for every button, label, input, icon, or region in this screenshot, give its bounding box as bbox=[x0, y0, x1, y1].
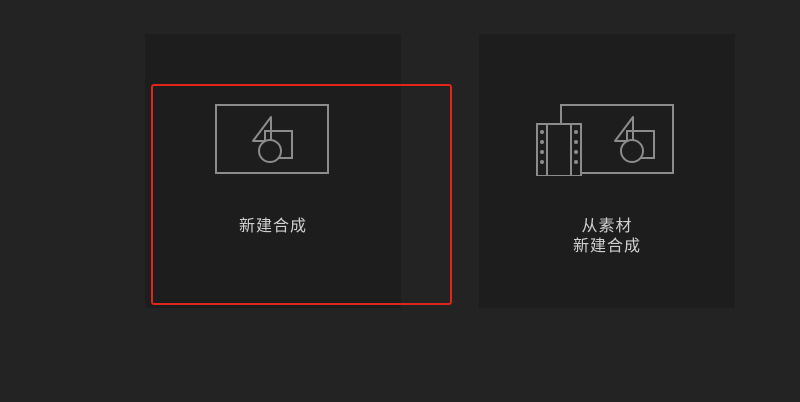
new-composition-label: 新建合成 bbox=[238, 216, 307, 235]
footage-composition-icon bbox=[536, 104, 674, 176]
new-composition-card[interactable]: 新建合成 bbox=[145, 34, 401, 308]
new-composition-from-footage-card[interactable]: 从素材 新建合成 bbox=[479, 34, 735, 308]
start-screen: 新建合成 从素材 新建合成 bbox=[0, 0, 800, 402]
from-footage-label-line2: 新建合成 bbox=[572, 236, 641, 255]
composition-icon bbox=[215, 104, 329, 174]
from-footage-label-line1: 从素材 bbox=[581, 216, 633, 235]
